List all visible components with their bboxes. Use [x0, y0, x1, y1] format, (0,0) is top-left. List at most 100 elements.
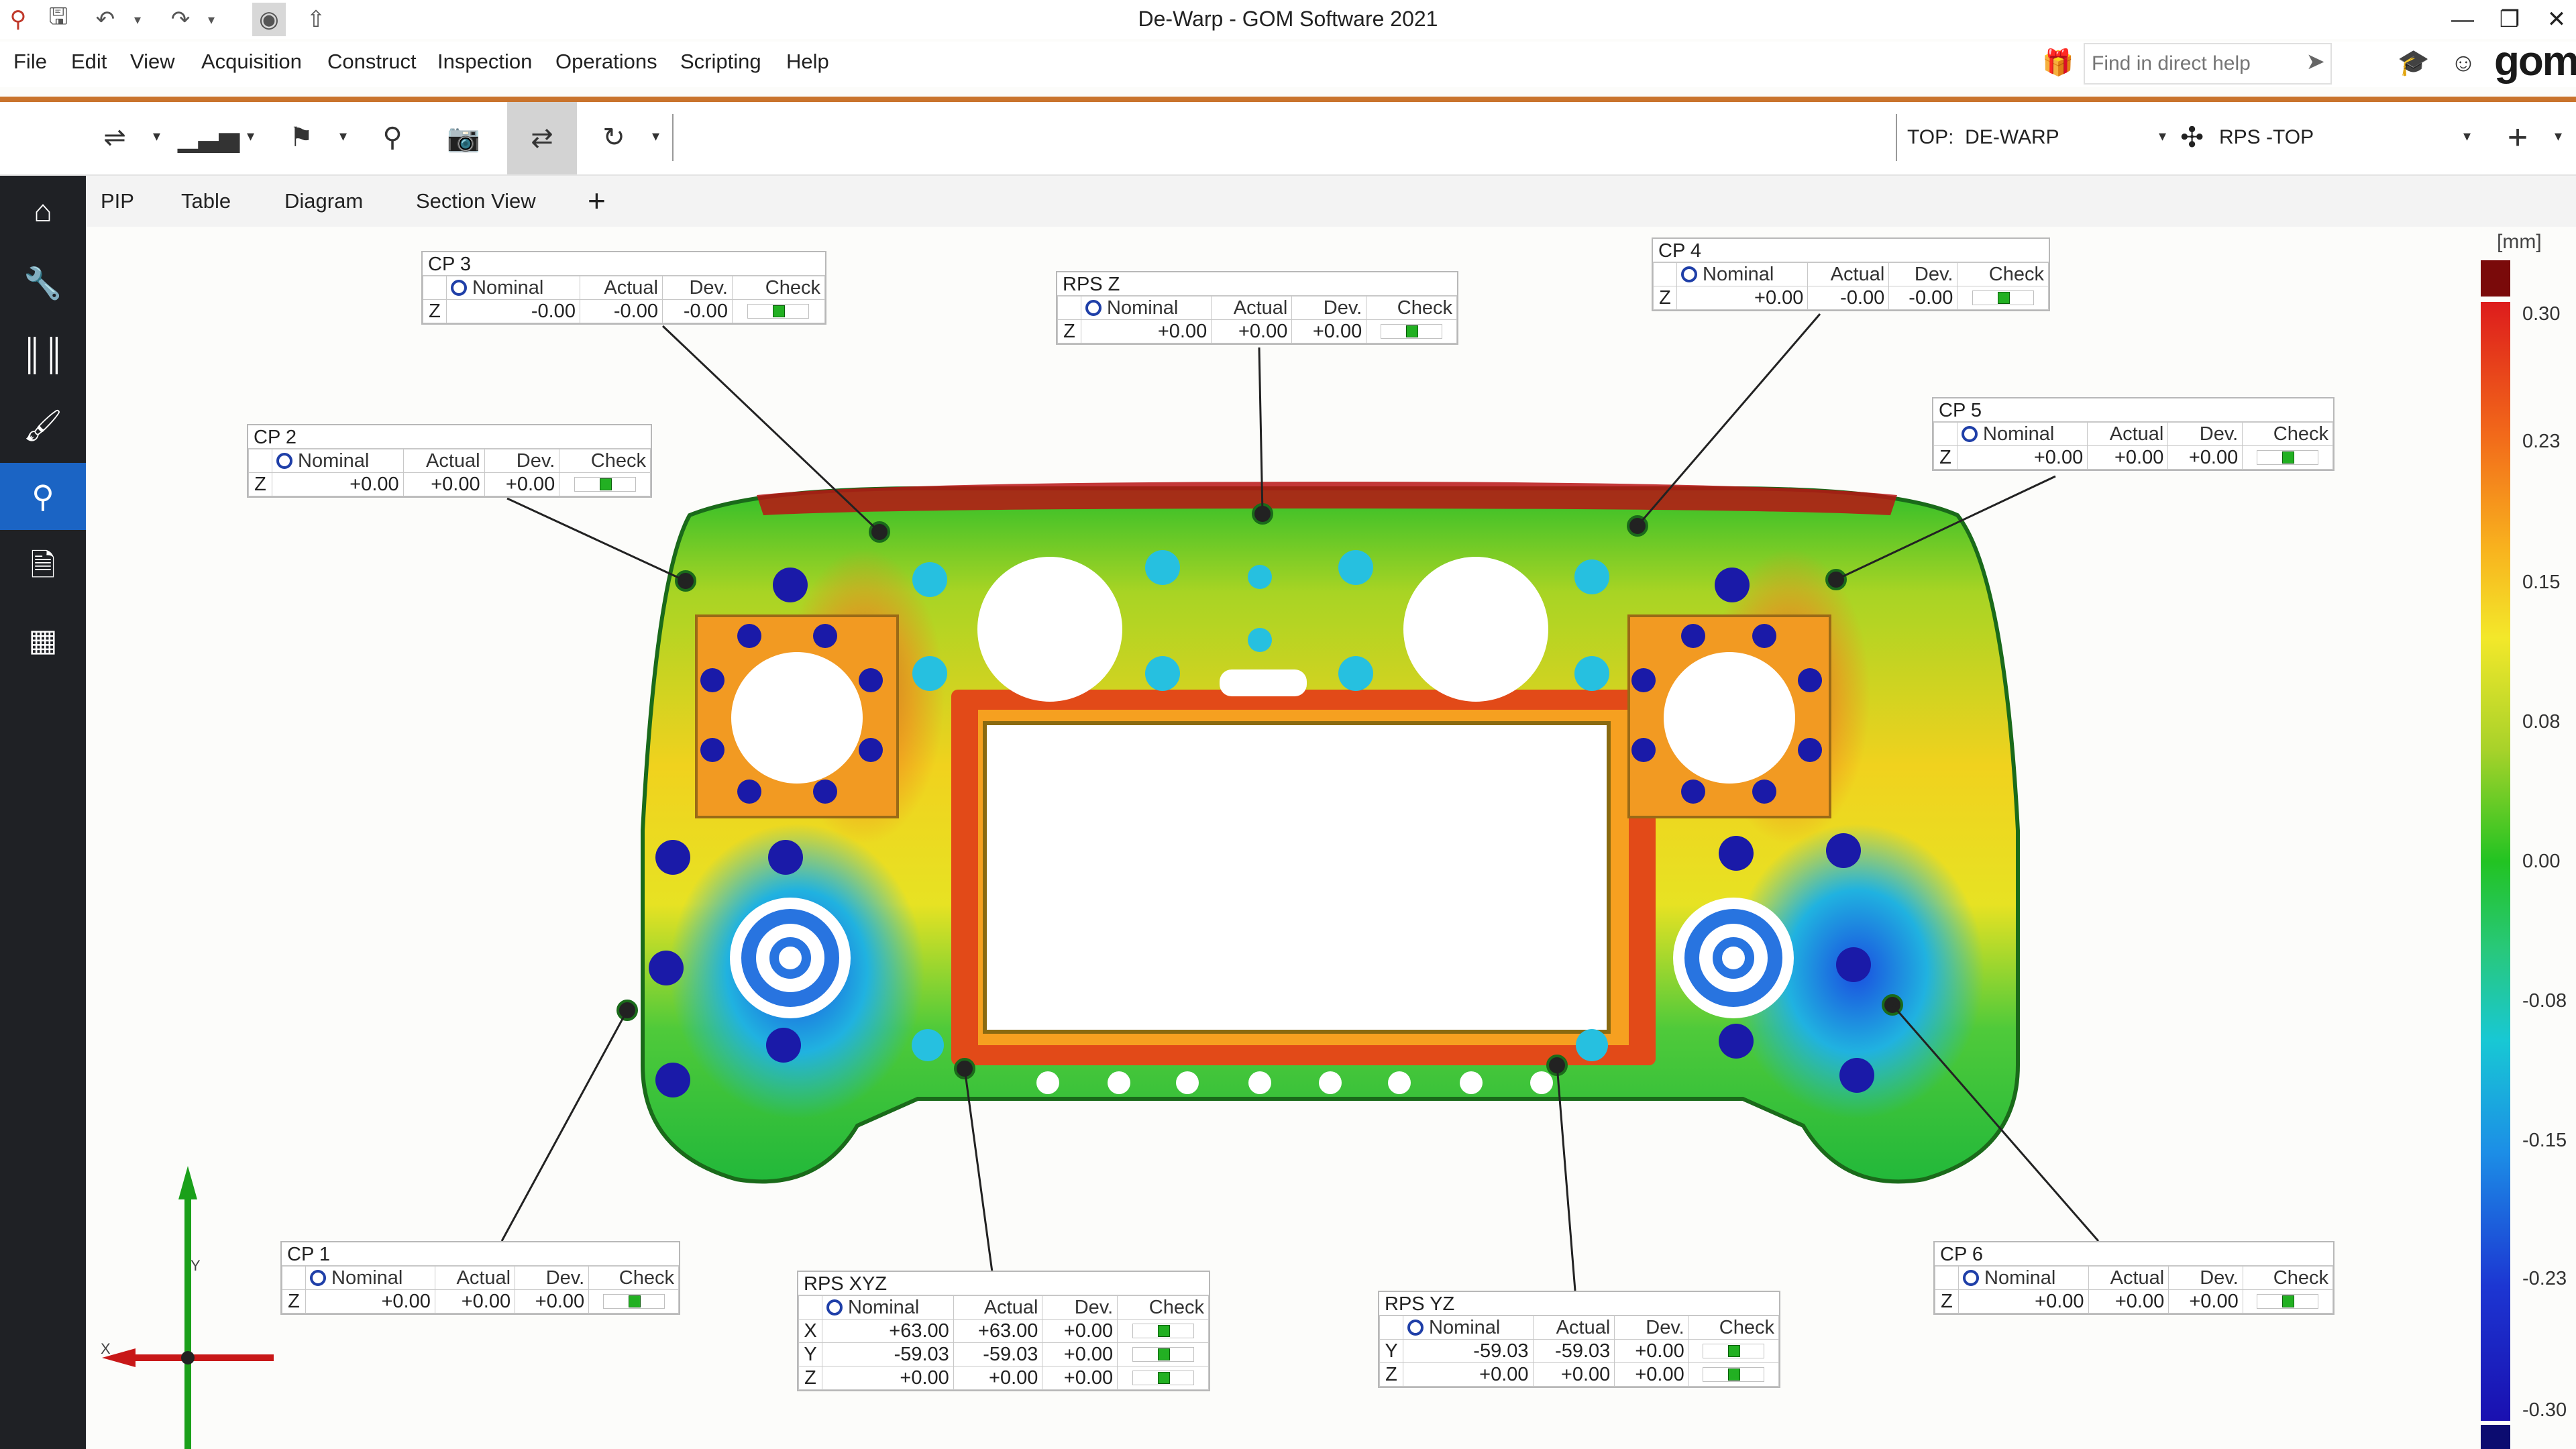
alignment-prefix: TOP: [1907, 126, 1954, 148]
gom-logo: gom [2494, 38, 2576, 85]
accent-divider [0, 97, 2576, 102]
label-dropdown-icon[interactable]: ▾ [339, 127, 347, 145]
menu-scripting[interactable]: Scripting [680, 50, 761, 74]
sync-icon[interactable]: ⇄ [507, 102, 577, 174]
tab-pip[interactable]: PIP [101, 189, 134, 213]
check-status-icon [1381, 324, 1443, 339]
rocket-icon[interactable]: ➤ [2306, 48, 2326, 75]
menu-help[interactable]: Help [786, 50, 829, 74]
table-row: Z +0.00 +0.00 +0.00 [248, 472, 651, 496]
nominal-circle-icon [1681, 266, 1697, 282]
view-tabs: PIP Table Diagram Section View + [86, 176, 2576, 227]
header-dev: Dev. [661, 276, 733, 300]
check-status-icon [574, 477, 636, 492]
add-icon[interactable]: + [2494, 115, 2541, 160]
table-row: Y -59.03 -59.03 +0.00 [798, 1342, 1209, 1366]
deviation-colorbar [2481, 302, 2510, 1421]
table-row: Z +0.00 -0.00 -0.00 [1653, 286, 2049, 310]
table-row: Z +0.00 +0.00 +0.00 [798, 1366, 1209, 1390]
label-cp4[interactable]: CP 4 Nominal Actual Dev. Check Z +0.00 -… [1652, 237, 2050, 311]
colorbar-tick: 0.00 [2522, 851, 2561, 872]
menu-file[interactable]: File [13, 50, 47, 74]
alignment-tool-icon[interactable]: ⇌ [91, 115, 138, 160]
label-cp2[interactable]: CP 2 Nominal Actual Dev. Check Z +0.00 +… [247, 424, 652, 498]
label-title: RPS Z [1057, 272, 1457, 296]
alignment-dropdown-icon[interactable]: ▾ [153, 127, 160, 145]
nominal-circle-icon [1085, 299, 1102, 316]
gift-icon[interactable]: 🎁 [2039, 44, 2077, 82]
label-cp6[interactable]: CP 6 Nominal Actual Dev. Check Z +0.00 +… [1933, 1241, 2334, 1315]
menu-operations[interactable]: Operations [555, 50, 657, 74]
alignment-select-dropdown-icon[interactable]: ▾ [2159, 127, 2166, 145]
menu-view[interactable]: View [130, 50, 175, 74]
check-status-icon [2257, 450, 2319, 465]
alignment-select[interactable]: TOP: DE-WARP [1907, 126, 2059, 149]
report-icon[interactable]: 🗎 [0, 535, 86, 602]
table-row: X +63.00 +63.00 +0.00 [798, 1319, 1209, 1343]
graduation-cap-icon[interactable]: 🎓 [2395, 44, 2432, 82]
table-row: Z +0.00 +0.00 +0.00 [282, 1289, 679, 1313]
close-button[interactable]: ✕ [2533, 3, 2576, 36]
colorbar-tick: -0.15 [2522, 1130, 2567, 1151]
rps-dropdown-icon[interactable]: ▾ [2463, 127, 2471, 145]
chart-tool-icon[interactable]: ▁▃▅ [178, 115, 239, 160]
nominal-circle-icon [1963, 1269, 1979, 1286]
camera-icon[interactable]: 📷 [440, 115, 487, 160]
add-tab-button[interactable]: + [588, 182, 606, 219]
x-axis-label: X [101, 1340, 111, 1357]
label-cp1[interactable]: CP 1 Nominal Actual Dev. Check Z +0.00 +… [280, 1241, 680, 1315]
menu-acquisition[interactable]: Acquisition [201, 50, 302, 74]
refresh-icon[interactable]: ↻ [590, 115, 637, 160]
label-rps-xyz[interactable]: RPS XYZ Nominal Actual Dev. Check X +63.… [797, 1271, 1210, 1391]
colorbar-tick: 0.23 [2522, 431, 2561, 452]
barcode-icon[interactable]: ║║ [0, 321, 86, 388]
coordinate-axes [102, 1166, 274, 1449]
nominal-circle-icon [826, 1299, 843, 1316]
menu-inspection[interactable]: Inspection [437, 50, 532, 74]
tab-section-view[interactable]: Section View [416, 189, 536, 213]
label-flag-icon[interactable]: ⚑ [278, 115, 325, 160]
help-search-field[interactable]: ➤ [2084, 43, 2332, 85]
menu-construct[interactable]: Construct [327, 50, 417, 74]
rps-select[interactable]: RPS -TOP [2219, 126, 2314, 149]
header-check: Check [731, 276, 826, 300]
restore-button[interactable]: ❐ [2486, 3, 2533, 36]
label-rps-yz[interactable]: RPS YZ Nominal Actual Dev. Check Y -59.0… [1378, 1291, 1780, 1388]
y-axis-label: Y [191, 1257, 201, 1274]
inspect-search-icon[interactable]: ⚲ [0, 463, 86, 530]
zoom-icon[interactable]: ⚲ [369, 115, 416, 160]
pattern-icon[interactable]: ▦ [0, 606, 86, 674]
home-icon[interactable]: ⌂ [0, 177, 86, 244]
table-row: Z +0.00 +0.00 +0.00 [1935, 1289, 2334, 1313]
header-actual: Actual [579, 276, 663, 300]
help-search-input[interactable] [2085, 44, 2294, 83]
check-status-icon [1972, 290, 2034, 305]
label-title: RPS XYZ [798, 1272, 1209, 1295]
label-cp5[interactable]: CP 5 Nominal Actual Dev. Check Z +0.00 +… [1932, 397, 2334, 471]
minimize-button[interactable]: — [2439, 3, 2486, 36]
title-bar: ⚲ 🖫 ↶ ▾ ↷ ▾ ◉ ⇧ De-Warp - GOM Software 2… [0, 0, 2576, 39]
add-dropdown-icon[interactable]: ▾ [2555, 127, 2562, 145]
label-cp3[interactable]: CP 3 Nominal Actual Dev. Check Z -0.00 -… [421, 251, 826, 325]
wrench-icon[interactable]: 🔧 [0, 250, 86, 317]
3d-viewport[interactable]: Y X CP 3 Nominal Actual Dev. Check Z -0.… [86, 227, 2576, 1449]
check-status-icon [1703, 1344, 1765, 1358]
table-row: Y -59.03 -59.03 +0.00 [1379, 1339, 1780, 1363]
check-status-icon [2257, 1294, 2319, 1309]
colorbar-overflow-high [2481, 260, 2510, 297]
menu-edit[interactable]: Edit [71, 50, 107, 74]
colorbar-tick: 0.15 [2522, 572, 2561, 593]
table-row: Z +0.00 +0.00 +0.00 [1057, 319, 1457, 343]
nominal-circle-icon [451, 279, 467, 296]
colorbar-tick: -0.08 [2522, 990, 2567, 1012]
brush-icon[interactable]: 🖌 [0, 392, 86, 459]
chart-dropdown-icon[interactable]: ▾ [247, 127, 254, 145]
colorbar-tick: -0.23 [2522, 1268, 2567, 1289]
tab-table[interactable]: Table [181, 189, 231, 213]
user-account-icon[interactable]: ☺ [2445, 44, 2482, 82]
label-title: RPS YZ [1379, 1292, 1779, 1316]
label-rps-z[interactable]: RPS Z Nominal Actual Dev. Check Z +0.00 … [1056, 271, 1458, 345]
tab-diagram[interactable]: Diagram [284, 189, 363, 213]
toolbar-separator [1896, 114, 1897, 161]
refresh-dropdown-icon[interactable]: ▾ [652, 127, 659, 145]
